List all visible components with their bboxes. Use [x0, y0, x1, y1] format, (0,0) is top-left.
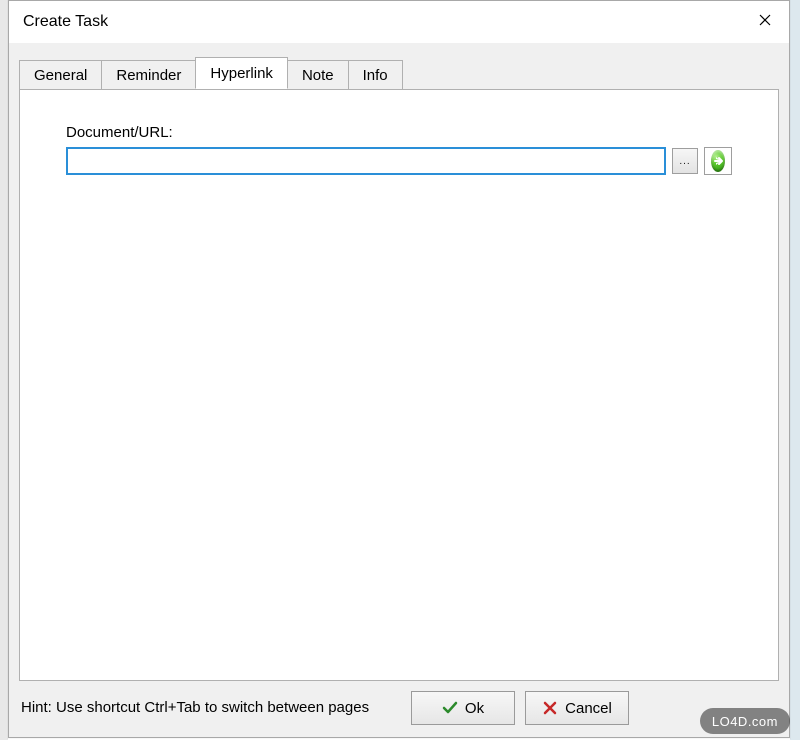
ellipsis-icon: ...	[679, 156, 690, 167]
hint-text: Hint: Use shortcut Ctrl+Tab to switch be…	[21, 699, 401, 718]
url-row: ...	[66, 147, 732, 175]
checkmark-icon	[442, 700, 458, 716]
close-button[interactable]	[741, 1, 789, 43]
ok-button-label: Ok	[465, 700, 484, 717]
tab-reminder[interactable]: Reminder	[101, 60, 196, 90]
tab-hyperlink[interactable]: Hyperlink	[195, 57, 288, 89]
go-arrow-icon	[711, 150, 725, 172]
open-url-button[interactable]	[704, 147, 732, 175]
cancel-button[interactable]: Cancel	[525, 691, 629, 725]
dialog-footer: Hint: Use shortcut Ctrl+Tab to switch be…	[19, 681, 779, 725]
client-area: General Reminder Hyperlink Note Info Doc…	[9, 43, 789, 737]
url-input[interactable]	[66, 147, 666, 175]
cancel-button-label: Cancel	[565, 700, 612, 717]
watermark: LO4D.com	[700, 708, 790, 734]
ok-button[interactable]: Ok	[411, 691, 515, 725]
tabstrip: General Reminder Hyperlink Note Info	[19, 53, 779, 89]
tab-info[interactable]: Info	[348, 60, 403, 90]
tab-content-hyperlink: Document/URL: ...	[19, 89, 779, 681]
tab-general[interactable]: General	[19, 60, 102, 90]
create-task-dialog: Create Task General Reminder Hyperlink N…	[8, 0, 790, 738]
cross-icon	[542, 700, 558, 716]
titlebar: Create Task	[9, 1, 789, 43]
browse-button[interactable]: ...	[672, 148, 698, 174]
url-label: Document/URL:	[66, 124, 732, 141]
tab-note[interactable]: Note	[287, 60, 349, 90]
close-icon	[759, 13, 771, 31]
window-title: Create Task	[23, 13, 108, 31]
